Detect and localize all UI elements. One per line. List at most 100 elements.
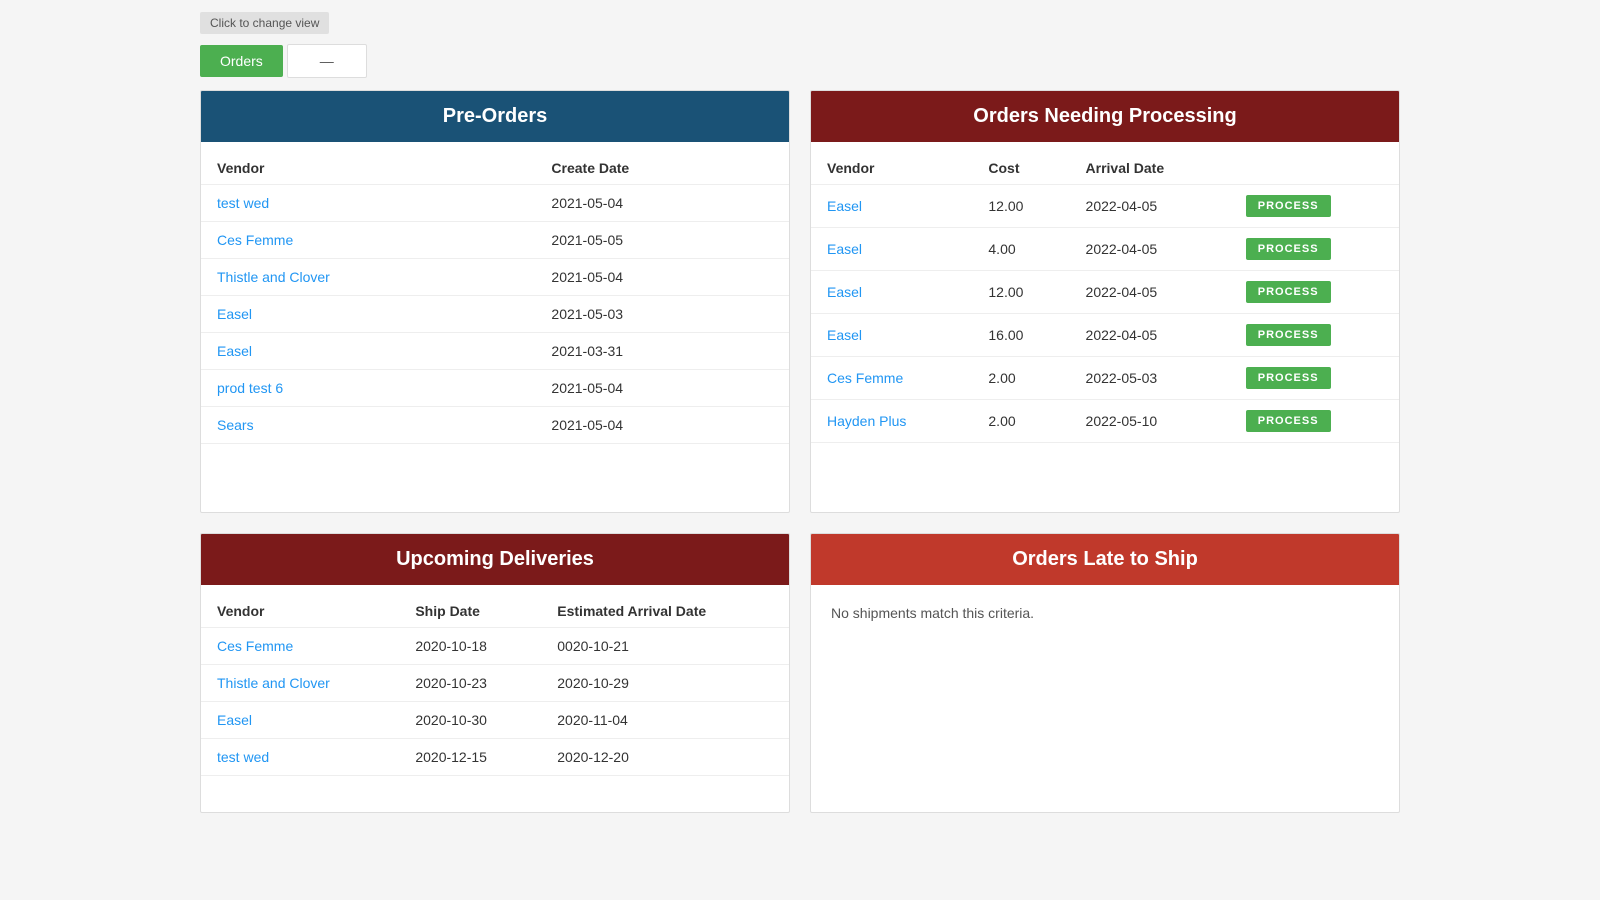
table-row: Easel 2020-10-30 2020-11-04 (201, 702, 789, 739)
process-button[interactable]: PROCESS (1246, 324, 1331, 346)
no-match-text: No shipments match this criteria. (811, 585, 1399, 641)
est-arrival-date: 2020-12-20 (541, 739, 789, 776)
process-button[interactable]: PROCESS (1246, 238, 1331, 260)
create-date: 2021-05-04 (535, 407, 789, 444)
vendor-link[interactable]: Easel (201, 333, 535, 370)
tab-bar: Orders — (200, 44, 1400, 78)
vendor-link[interactable]: Ces Femme (201, 222, 535, 259)
process-button[interactable]: PROCESS (1246, 410, 1331, 432)
cost: 12.00 (972, 185, 1069, 228)
create-date: 2021-05-04 (535, 259, 789, 296)
table-row: Thistle and Clover 2021-05-04 (201, 259, 789, 296)
vendor-link[interactable]: Easel (811, 314, 972, 357)
table-row: Easel 2021-05-03 (201, 296, 789, 333)
cost: 16.00 (972, 314, 1069, 357)
process-button[interactable]: PROCESS (1246, 367, 1331, 389)
vendor-link[interactable]: Sears (201, 407, 535, 444)
vendor-link[interactable]: Easel (201, 296, 535, 333)
table-row: Hayden Plus 2.00 2022-05-10 PROCESS (811, 400, 1399, 443)
process-button[interactable]: PROCESS (1246, 195, 1331, 217)
pre-orders-col-date: Create Date (535, 152, 789, 185)
process-cell: PROCESS (1230, 271, 1399, 314)
cost: 2.00 (972, 400, 1069, 443)
cost: 2.00 (972, 357, 1069, 400)
tab-orders[interactable]: Orders (200, 45, 283, 77)
process-cell: PROCESS (1230, 357, 1399, 400)
vendor-link[interactable]: Ces Femme (201, 628, 399, 665)
top-bar: Click to change view Orders — (0, 0, 1600, 90)
table-row: Easel 16.00 2022-04-05 PROCESS (811, 314, 1399, 357)
cost: 12.00 (972, 271, 1069, 314)
upcoming-deliveries-table: Vendor Ship Date Estimated Arrival Date … (201, 595, 789, 776)
create-date: 2021-05-05 (535, 222, 789, 259)
table-row: Sears 2021-05-04 (201, 407, 789, 444)
process-cell: PROCESS (1230, 228, 1399, 271)
pre-orders-body: Vendor Create Date test wed 2021-05-04 C… (201, 142, 789, 512)
vendor-link[interactable]: Easel (201, 702, 399, 739)
arrival-date: 2022-04-05 (1070, 314, 1230, 357)
del-col-vendor: Vendor (201, 595, 399, 628)
vendor-link[interactable]: prod test 6 (201, 370, 535, 407)
pre-orders-panel: Pre-Orders Vendor Create Date test wed 2… (200, 90, 790, 513)
ship-date: 2020-12-15 (399, 739, 541, 776)
orders-late-header: Orders Late to Ship (811, 534, 1399, 585)
upcoming-deliveries-panel: Upcoming Deliveries Vendor Ship Date Est… (200, 533, 790, 813)
orders-processing-body: Vendor Cost Arrival Date Easel 12.00 202… (811, 142, 1399, 512)
table-row: Thistle and Clover 2020-10-23 2020-10-29 (201, 665, 789, 702)
table-row: test wed 2021-05-04 (201, 185, 789, 222)
ship-date: 2020-10-30 (399, 702, 541, 739)
tab-dash[interactable]: — (287, 44, 367, 78)
vendor-link[interactable]: Easel (811, 185, 972, 228)
create-date: 2021-05-03 (535, 296, 789, 333)
vendor-link[interactable]: Easel (811, 228, 972, 271)
create-date: 2021-05-04 (535, 185, 789, 222)
vendor-link[interactable]: test wed (201, 739, 399, 776)
orders-processing-header: Orders Needing Processing (811, 91, 1399, 142)
proc-col-cost: Cost (972, 152, 1069, 185)
ship-date: 2020-10-23 (399, 665, 541, 702)
table-row: prod test 6 2021-05-04 (201, 370, 789, 407)
create-date: 2021-05-04 (535, 370, 789, 407)
table-row: Easel 12.00 2022-04-05 PROCESS (811, 185, 1399, 228)
arrival-date: 2022-04-05 (1070, 228, 1230, 271)
pre-orders-table: Vendor Create Date test wed 2021-05-04 C… (201, 152, 789, 444)
vendor-link[interactable]: Hayden Plus (811, 400, 972, 443)
est-arrival-date: 2020-10-29 (541, 665, 789, 702)
proc-col-action (1230, 152, 1399, 185)
table-row: test wed 2020-12-15 2020-12-20 (201, 739, 789, 776)
orders-processing-table: Vendor Cost Arrival Date Easel 12.00 202… (811, 152, 1399, 443)
vendor-link[interactable]: Thistle and Clover (201, 259, 535, 296)
ship-date: 2020-10-18 (399, 628, 541, 665)
orders-late-panel: Orders Late to Ship No shipments match t… (810, 533, 1400, 813)
del-col-ship: Ship Date (399, 595, 541, 628)
create-date: 2021-03-31 (535, 333, 789, 370)
table-row: Ces Femme 2021-05-05 (201, 222, 789, 259)
arrival-date: 2022-04-05 (1070, 185, 1230, 228)
vendor-link[interactable]: test wed (201, 185, 535, 222)
vendor-link[interactable]: Ces Femme (811, 357, 972, 400)
process-button[interactable]: PROCESS (1246, 281, 1331, 303)
process-cell: PROCESS (1230, 314, 1399, 357)
vendor-link[interactable]: Thistle and Clover (201, 665, 399, 702)
vendor-link[interactable]: Easel (811, 271, 972, 314)
proc-col-vendor: Vendor (811, 152, 972, 185)
del-col-arrival: Estimated Arrival Date (541, 595, 789, 628)
arrival-date: 2022-05-10 (1070, 400, 1230, 443)
cost: 4.00 (972, 228, 1069, 271)
process-cell: PROCESS (1230, 400, 1399, 443)
proc-col-arrival: Arrival Date (1070, 152, 1230, 185)
table-row: Easel 4.00 2022-04-05 PROCESS (811, 228, 1399, 271)
table-row: Easel 12.00 2022-04-05 PROCESS (811, 271, 1399, 314)
table-row: Ces Femme 2020-10-18 0020-10-21 (201, 628, 789, 665)
orders-processing-panel: Orders Needing Processing Vendor Cost Ar… (810, 90, 1400, 513)
est-arrival-date: 0020-10-21 (541, 628, 789, 665)
change-view-button[interactable]: Click to change view (200, 12, 329, 34)
main-grid: Pre-Orders Vendor Create Date test wed 2… (0, 90, 1600, 843)
pre-orders-col-vendor: Vendor (201, 152, 535, 185)
process-cell: PROCESS (1230, 185, 1399, 228)
arrival-date: 2022-04-05 (1070, 271, 1230, 314)
upcoming-deliveries-header: Upcoming Deliveries (201, 534, 789, 585)
pre-orders-header: Pre-Orders (201, 91, 789, 142)
est-arrival-date: 2020-11-04 (541, 702, 789, 739)
table-row: Ces Femme 2.00 2022-05-03 PROCESS (811, 357, 1399, 400)
